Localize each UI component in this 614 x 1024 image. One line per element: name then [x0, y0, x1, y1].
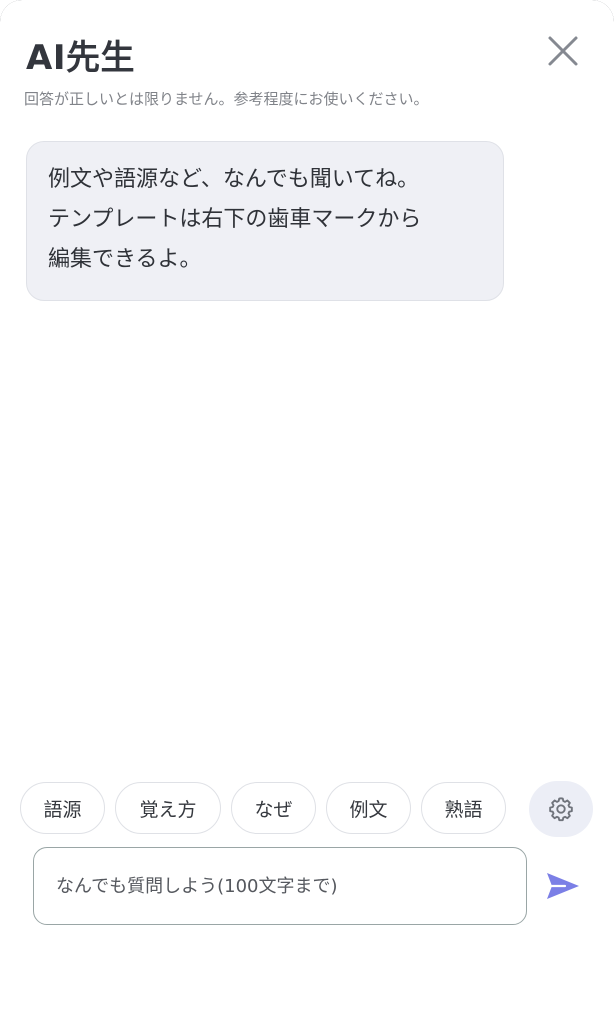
- close-icon: [548, 36, 578, 66]
- message-line: テンプレートは右下の歯車マークから: [48, 207, 422, 232]
- close-button[interactable]: [540, 28, 586, 74]
- quick-prompt-example[interactable]: 例文: [326, 782, 411, 834]
- disclaimer-text: 回答が正しいとは限りません。参考程度にお使いください。: [24, 90, 429, 108]
- page-title: AI先生: [26, 38, 135, 78]
- send-icon: [547, 873, 579, 899]
- message-line: 例文や語源など、なんでも聞いてね。: [48, 167, 420, 192]
- template-settings-button[interactable]: [529, 781, 593, 837]
- quick-prompt-etymology[interactable]: 語源: [20, 782, 105, 834]
- gear-icon: [549, 797, 573, 822]
- assistant-message-bubble: 例文や語源など、なんでも聞いてね。 テンプレートは右下の歯車マークから 編集でき…: [26, 141, 504, 301]
- quick-prompt-mnemonic[interactable]: 覚え方: [115, 782, 221, 834]
- quick-prompt-why[interactable]: なぜ: [231, 782, 316, 834]
- quick-prompt-idiom[interactable]: 熟語: [421, 782, 506, 834]
- send-button[interactable]: [541, 866, 585, 906]
- message-line: 編集できるよ。: [48, 247, 202, 272]
- question-input-box[interactable]: [33, 847, 527, 925]
- sheet-surface: AI先生 回答が正しいとは限りません。参考程度にお使いください。 例文や語源など…: [0, 0, 614, 1024]
- ai-teacher-sheet: AI先生 回答が正しいとは限りません。参考程度にお使いください。 例文や語源など…: [0, 0, 614, 1024]
- question-input[interactable]: [54, 874, 506, 898]
